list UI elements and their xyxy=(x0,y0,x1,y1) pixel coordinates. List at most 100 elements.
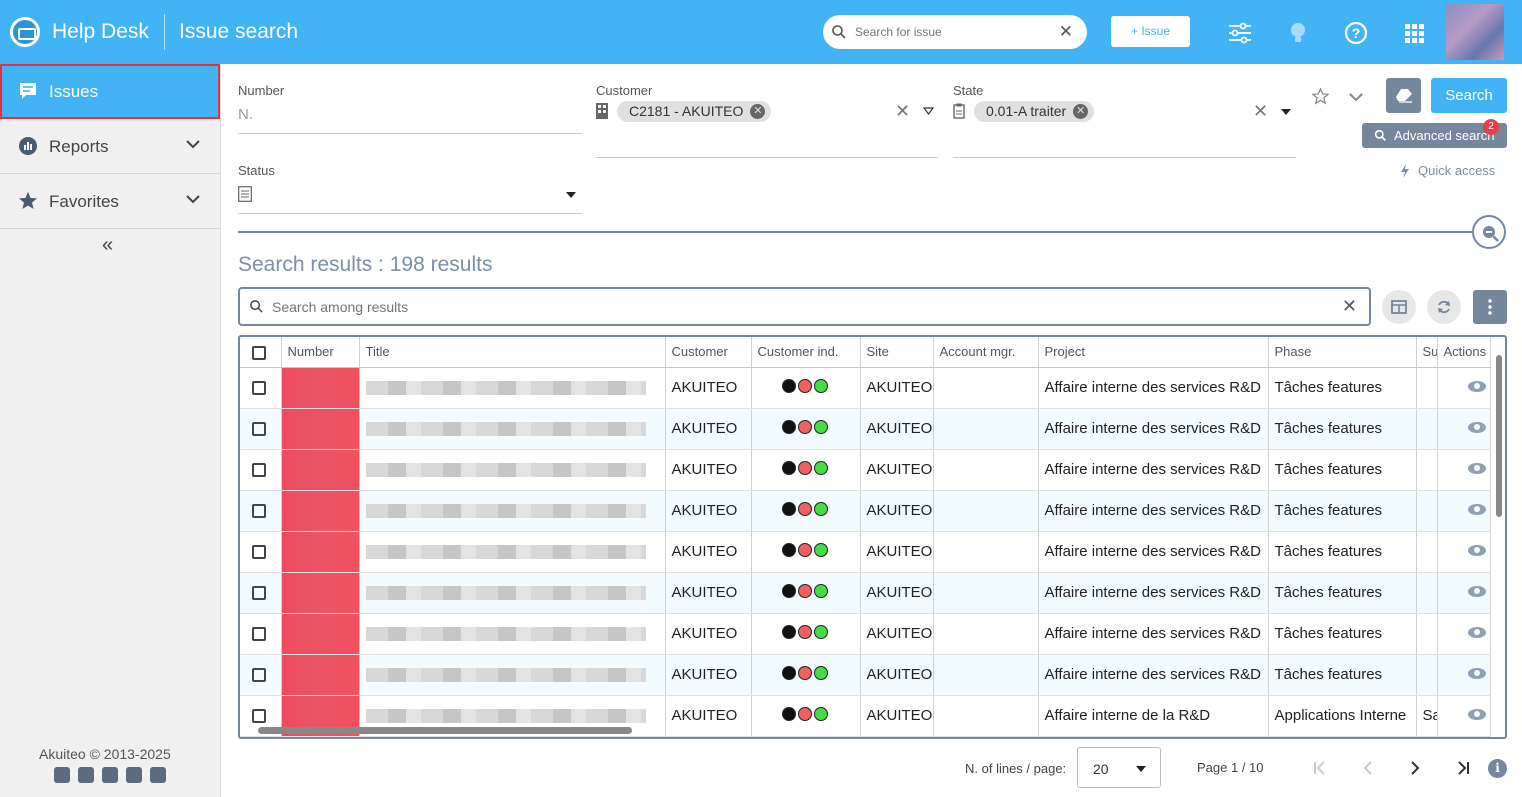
table-row[interactable]: AKUITEO AKUITEO Affaire interne des servic… xyxy=(240,408,1491,450)
instagram-icon[interactable] xyxy=(150,767,166,783)
star-outline-icon[interactable] xyxy=(1312,88,1329,105)
lines-per-page-select[interactable]: 20 xyxy=(1077,747,1161,788)
chevron-down-icon[interactable] xyxy=(186,194,200,204)
horizontal-scrollbar[interactable] xyxy=(258,727,632,734)
table-row[interactable]: AKUITEO AKUITEO Affaire interne des servic… xyxy=(240,654,1491,696)
issue-title-cell[interactable] xyxy=(359,613,666,655)
collapse-filters-button[interactable] xyxy=(1472,215,1506,249)
column-header-su[interactable]: Su xyxy=(1416,337,1438,368)
refresh-button[interactable] xyxy=(1427,290,1461,324)
row-checkbox[interactable] xyxy=(240,654,282,696)
view-eye-icon[interactable] xyxy=(1467,586,1486,597)
sidebar-item-issues[interactable]: Issues xyxy=(0,64,220,119)
issue-number-cell[interactable] xyxy=(281,531,360,573)
issue-number-cell[interactable] xyxy=(281,613,360,655)
view-eye-icon[interactable] xyxy=(1467,381,1486,392)
column-header-title[interactable]: Title xyxy=(359,337,666,368)
remove-chip-icon[interactable]: ✕ xyxy=(1073,104,1089,119)
clear-results-search-icon[interactable]: ✕ xyxy=(1342,296,1357,317)
issue-number-cell[interactable] xyxy=(281,367,360,409)
view-eye-icon[interactable] xyxy=(1467,545,1486,556)
row-checkbox[interactable] xyxy=(240,613,282,655)
bluesky-icon[interactable] xyxy=(78,767,94,783)
table-row[interactable]: AKUITEO AKUITEO Affaire interne des servic… xyxy=(240,531,1491,573)
view-eye-icon[interactable] xyxy=(1467,709,1486,720)
new-issue-button[interactable]: + Issue xyxy=(1111,16,1190,47)
more-options-button[interactable] xyxy=(1473,290,1507,324)
global-search-box[interactable]: ✕ xyxy=(823,15,1087,49)
state-chip[interactable]: 0.01-A traiter ✕ xyxy=(974,101,1095,122)
select-all-checkbox[interactable] xyxy=(240,337,282,368)
last-page-icon[interactable] xyxy=(1455,760,1471,776)
column-header-project[interactable]: Project xyxy=(1038,337,1269,368)
row-checkbox[interactable] xyxy=(240,490,282,532)
number-field[interactable]: N. xyxy=(238,106,253,123)
issue-title-cell[interactable] xyxy=(359,654,666,696)
row-checkbox-box[interactable] xyxy=(252,422,266,437)
column-header-site[interactable]: Site xyxy=(860,337,934,368)
linkedin-icon[interactable] xyxy=(102,767,118,783)
app-logo-icon[interactable] xyxy=(10,17,40,47)
clear-search-icon[interactable]: ✕ xyxy=(1059,22,1073,42)
table-row[interactable]: AKUITEO AKUITEO Affaire interne des servic… xyxy=(240,490,1491,532)
sliders-icon[interactable] xyxy=(1227,20,1253,46)
next-page-icon[interactable] xyxy=(1407,760,1423,776)
issue-title-cell[interactable] xyxy=(359,367,666,409)
issue-number-cell[interactable] xyxy=(281,654,360,696)
view-eye-icon[interactable] xyxy=(1467,422,1486,433)
first-page-icon[interactable] xyxy=(1312,760,1328,776)
columns-button[interactable] xyxy=(1382,290,1416,324)
row-checkbox[interactable] xyxy=(240,367,282,409)
view-eye-icon[interactable] xyxy=(1467,668,1486,679)
view-eye-icon[interactable] xyxy=(1467,504,1486,515)
apps-grid-icon[interactable] xyxy=(1401,20,1427,46)
facebook-icon[interactable] xyxy=(126,767,142,783)
quick-access-link[interactable]: Quick access xyxy=(1418,163,1495,178)
caret-down-icon[interactable] xyxy=(566,192,576,198)
view-eye-icon[interactable] xyxy=(1467,463,1486,474)
global-search-input[interactable] xyxy=(855,22,1055,42)
remove-chip-icon[interactable]: ✕ xyxy=(750,104,766,119)
caret-down-outline-icon[interactable] xyxy=(923,107,934,115)
issue-title-cell[interactable] xyxy=(359,408,666,450)
vertical-scrollbar[interactable] xyxy=(1495,343,1503,733)
row-checkbox-box[interactable] xyxy=(252,709,266,724)
issue-title-cell[interactable] xyxy=(359,490,666,532)
row-checkbox[interactable] xyxy=(240,572,282,614)
results-search-box[interactable]: ✕ xyxy=(238,287,1371,326)
clear-state-icon[interactable]: ✕ xyxy=(1253,101,1268,122)
user-avatar[interactable] xyxy=(1446,4,1504,60)
search-button[interactable]: Search xyxy=(1431,78,1507,113)
app-title[interactable]: Help Desk xyxy=(52,20,149,44)
row-checkbox[interactable] xyxy=(240,408,282,450)
column-header-account-mgr[interactable]: Account mgr. xyxy=(933,337,1039,368)
row-checkbox-box[interactable] xyxy=(252,504,266,519)
issue-number-cell[interactable] xyxy=(281,408,360,450)
table-row[interactable]: AKUITEO AKUITEO Affaire interne des servic… xyxy=(240,613,1491,655)
help-icon[interactable]: ? xyxy=(1343,20,1369,46)
chevron-down-icon[interactable] xyxy=(186,139,200,149)
collapse-sidebar-button[interactable]: « xyxy=(102,234,113,257)
row-checkbox-box[interactable] xyxy=(252,668,266,683)
results-search-input[interactable] xyxy=(272,297,1172,317)
column-header-number[interactable]: Number xyxy=(281,337,360,368)
row-checkbox-box[interactable] xyxy=(252,627,266,642)
info-icon[interactable]: i xyxy=(1488,759,1507,778)
column-header-customer[interactable]: Customer xyxy=(665,337,752,368)
row-checkbox-box[interactable] xyxy=(252,586,266,601)
table-row[interactable]: AKUITEO AKUITEO Affaire interne des servic… xyxy=(240,572,1491,614)
eraser-button[interactable] xyxy=(1386,78,1421,113)
issue-title-cell[interactable] xyxy=(359,449,666,491)
issue-number-cell[interactable] xyxy=(281,490,360,532)
column-header-phase[interactable]: Phase xyxy=(1268,337,1417,368)
column-header-customer-ind[interactable]: Customer ind. xyxy=(751,337,861,368)
caret-down-icon[interactable] xyxy=(1281,109,1291,115)
table-row[interactable]: AKUITEO AKUITEO Affaire interne des servic… xyxy=(240,367,1491,409)
customer-chip[interactable]: C2181 - AKUITEO ✕ xyxy=(617,101,772,122)
row-checkbox[interactable] xyxy=(240,449,282,491)
table-row[interactable]: AKUITEO AKUITEO Affaire interne des servic… xyxy=(240,449,1491,491)
issue-number-cell[interactable] xyxy=(281,449,360,491)
row-checkbox[interactable] xyxy=(240,531,282,573)
prev-page-icon[interactable] xyxy=(1360,760,1376,776)
issue-number-cell[interactable] xyxy=(281,572,360,614)
